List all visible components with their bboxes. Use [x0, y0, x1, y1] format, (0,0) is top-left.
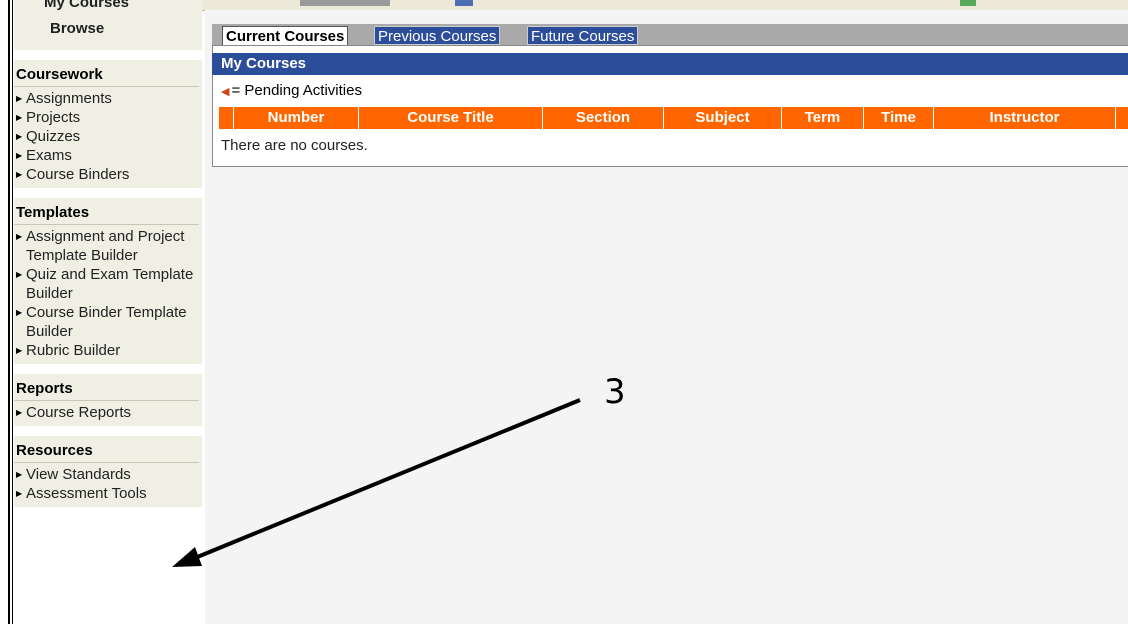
annotation-arrow — [172, 398, 581, 567]
